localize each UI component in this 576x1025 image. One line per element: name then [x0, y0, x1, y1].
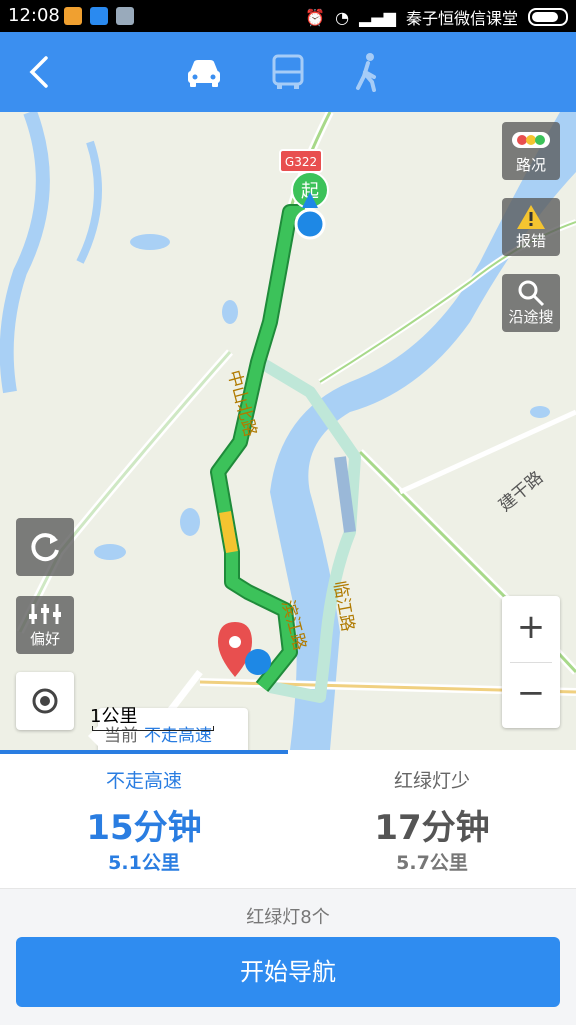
bus-icon[interactable]: [266, 50, 310, 94]
traffic-lights-count: 红绿灯8个: [246, 907, 330, 928]
signal-icon: ▂▄▆: [359, 7, 396, 27]
road-label: 建干路: [495, 468, 547, 516]
route-distance: 5.1公里: [108, 852, 180, 874]
traffic-light-icon: [512, 132, 550, 148]
warning-icon: [517, 205, 545, 229]
search-along-route-button[interactable]: 沿途搜: [502, 274, 560, 332]
battery-icon: [528, 8, 568, 26]
report-label: 报错: [515, 232, 546, 250]
scale-bar: [92, 726, 214, 731]
zoom-in-icon[interactable]: +: [502, 596, 560, 662]
zoom-control: + −: [502, 596, 560, 728]
refresh-icon: [31, 533, 59, 562]
locate-button[interactable]: [16, 672, 74, 730]
search-icon: [518, 280, 545, 307]
sliders-icon: [29, 604, 61, 624]
preference-button[interactable]: 偏好: [16, 596, 74, 654]
app-notification-icon: [64, 7, 82, 25]
route-time: 15分钟: [86, 808, 202, 848]
route-option-no-highway[interactable]: 不走高速 15分钟 5.1公里: [0, 750, 288, 888]
route-panel: 不走高速 15分钟 5.1公里 红绿灯少 17分钟 5.7公里 红绿灯8个 开始…: [0, 750, 576, 1025]
back-icon[interactable]: [22, 52, 62, 92]
preference-label: 偏好: [29, 630, 60, 648]
traffic-label: 路况: [515, 156, 546, 174]
search-along-label: 沿途搜: [508, 308, 554, 326]
status-time: 12:08: [8, 5, 60, 26]
route-option-fewer-lights[interactable]: 红绿灯少 17分钟 5.7公里: [288, 750, 576, 888]
route-distance: 5.7公里: [396, 852, 468, 874]
route-summary: 红绿灯8个 开始导航: [0, 888, 576, 1025]
status-bar: 12:08 ⏰ ◔ ▂▄▆ 秦子恒微信课堂: [0, 0, 576, 32]
refresh-button[interactable]: [16, 518, 74, 576]
map-canvas[interactable]: 起 G322 中山北路 滨江路 临江路 建干路: [0, 112, 576, 750]
route-time: 17分钟: [374, 808, 490, 848]
car-icon[interactable]: [182, 50, 226, 94]
route-name: 不走高速: [105, 770, 182, 792]
road-badge: G322: [285, 155, 317, 169]
mode-header: [0, 32, 576, 112]
start-navigation-button[interactable]: 开始导航: [16, 937, 560, 1007]
wifi-icon: ◔: [335, 7, 350, 27]
carrier-name: 秦子恒微信课堂: [405, 9, 518, 28]
walk-icon[interactable]: [346, 50, 390, 94]
zoom-out-icon[interactable]: −: [502, 662, 560, 728]
route-name: 红绿灯少: [393, 770, 470, 792]
route-map[interactable]: 起 G322 中山北路 滨江路 临江路 建干路 路况 报错 沿途搜 偏好 当前 …: [0, 112, 576, 750]
traffic-button[interactable]: 路况: [502, 122, 560, 180]
locate-icon: [32, 688, 58, 714]
scale-label: 1公里: [90, 706, 138, 727]
alarm-icon: ⏰: [305, 7, 326, 27]
upload-notification-icon: [90, 7, 108, 25]
report-button[interactable]: 报错: [502, 198, 560, 256]
calculator-notification-icon: [116, 7, 134, 25]
